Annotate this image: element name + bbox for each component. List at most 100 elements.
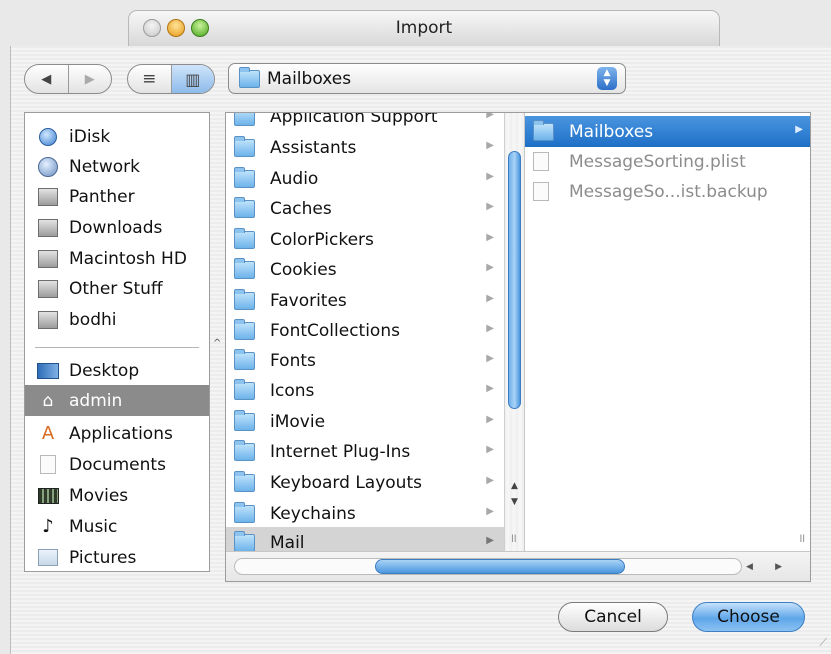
column-view-button[interactable]: ▥: [170, 65, 214, 93]
scroll-right-arrow-icon[interactable]: ▶: [775, 562, 782, 572]
applications-icon: A: [41, 423, 55, 444]
window-title: Import: [395, 18, 453, 38]
list-item-imovie[interactable]: iMovie ▶: [226, 406, 504, 437]
item-label: Assistants: [270, 137, 357, 158]
sidebar-item-downloads[interactable]: Downloads: [25, 212, 209, 243]
sidebar-item-panther[interactable]: Panther: [25, 181, 209, 212]
sidebar-item-applications[interactable]: A Applications: [25, 418, 209, 449]
folder-icon: [234, 288, 255, 310]
list-item-keyboard-layouts[interactable]: Keyboard Layouts ▶: [226, 467, 504, 498]
list-item-icons[interactable]: Icons ▶: [226, 375, 504, 406]
scroll-down-arrow-icon[interactable]: ▼: [508, 495, 521, 509]
list-item-favorites[interactable]: Favorites ▶: [226, 285, 504, 316]
sidebar-item-admin[interactable]: ⌂ admin: [25, 385, 209, 416]
list-item-keychains[interactable]: Keychains ▶: [226, 498, 504, 529]
item-label: Cookies: [270, 259, 337, 280]
item-label: ColorPickers: [270, 229, 374, 250]
list-view-button[interactable]: ≡: [128, 65, 171, 93]
sidebar-item-movies[interactable]: Movies: [25, 480, 209, 511]
item-label: Icons: [270, 380, 315, 401]
sidebar-item-macintosh-hd[interactable]: Macintosh HD: [25, 243, 209, 274]
sidebar-item-label: Panther: [69, 186, 135, 207]
list-item-fontcollections[interactable]: FontCollections ▶: [226, 315, 504, 346]
folder-icon: [234, 470, 255, 492]
list-item-caches[interactable]: Caches ▶: [226, 193, 504, 224]
sidebar-item-bodhi[interactable]: bodhi: [25, 304, 209, 335]
list-item-application-support[interactable]: Application Support ▶: [226, 113, 504, 132]
sidebar-item-label: Pictures: [69, 547, 137, 568]
scrollbar-thumb[interactable]: [375, 559, 625, 574]
folder-icon: [234, 378, 255, 400]
sidebar-item-label: Applications: [69, 423, 173, 444]
item-label: Mail: [270, 532, 305, 552]
list-item-mail[interactable]: Mail ▶: [226, 527, 504, 551]
horizontal-scrollbar[interactable]: ◀ ▶: [226, 551, 810, 581]
sidebar-item-pictures[interactable]: Pictures: [25, 542, 209, 571]
item-label: Favorites: [270, 290, 347, 311]
disclosure-arrow-icon: ▶: [486, 171, 494, 182]
scroll-left-arrow-icon[interactable]: ◀: [746, 562, 753, 572]
back-forward-control: ◀ ▶: [24, 64, 112, 94]
sidebar-item-idisk[interactable]: iDisk: [25, 121, 209, 152]
column-resize-grip-icon[interactable]: ll: [511, 534, 517, 545]
resize-grip-icon[interactable]: ⟋: [819, 636, 827, 650]
forward-button[interactable]: ▶: [67, 65, 112, 93]
list-item-mailboxes[interactable]: Mailboxes ▶: [525, 116, 810, 147]
folder-icon: [234, 530, 255, 551]
folder-icon: [234, 135, 255, 157]
folder-icon: [234, 257, 255, 279]
list-item-internet-plug-ins[interactable]: Internet Plug-Ins ▶: [226, 436, 504, 467]
document-icon: [533, 152, 549, 171]
sidebar-item-music[interactable]: ♪ Music: [25, 511, 209, 542]
sidebar-item-label: Documents: [69, 454, 166, 475]
item-label: Internet Plug-Ins: [270, 441, 411, 462]
scrollbar-thumb[interactable]: [508, 151, 521, 409]
item-label: Mailboxes: [569, 121, 654, 142]
back-button[interactable]: ◀: [25, 65, 68, 93]
list-item-cookies[interactable]: Cookies ▶: [226, 254, 504, 285]
sidebar-item-network[interactable]: Network: [25, 151, 209, 182]
item-label: MessageSorting.plist: [569, 151, 746, 172]
item-label: Audio: [270, 168, 319, 189]
list-item-audio[interactable]: Audio ▶: [226, 163, 504, 194]
document-icon: [533, 182, 549, 201]
pictures-icon: [37, 548, 59, 568]
sidebar-item-label: Desktop: [69, 360, 140, 381]
scrollbar-track[interactable]: [234, 558, 742, 575]
item-label: Keychains: [270, 503, 356, 524]
folder-icon: [234, 501, 255, 523]
location-popup[interactable]: Mailboxes ▲ ▼: [228, 63, 626, 94]
popup-arrows-icon: ▲ ▼: [597, 67, 617, 90]
sidebar-item-other-stuff[interactable]: Other Stuff: [25, 273, 209, 304]
choose-button[interactable]: Choose: [692, 602, 805, 632]
cancel-button[interactable]: Cancel: [558, 602, 668, 632]
list-item-messagesorting-plist[interactable]: MessageSorting.plist: [525, 146, 810, 177]
item-label: FontCollections: [270, 320, 400, 341]
column1-scrollbar[interactable]: ▲ ▼ ll: [504, 113, 524, 551]
disclosure-arrow-icon: ▶: [486, 262, 494, 273]
disclosure-arrow-icon: ▶: [486, 201, 494, 212]
list-item-colorpickers[interactable]: ColorPickers ▶: [226, 224, 504, 255]
splitter-grip-icon: ^: [213, 338, 222, 349]
sidebar-item-documents[interactable]: Documents: [25, 449, 209, 480]
list-item-assistants[interactable]: Assistants ▶: [226, 132, 504, 163]
sidebar-item-desktop[interactable]: Desktop: [25, 355, 209, 386]
sidebar-item-label: Other Stuff: [69, 278, 163, 299]
window-titlebar[interactable]: Import: [128, 10, 720, 46]
item-label: MessageSo...ist.backup: [569, 181, 768, 202]
sidebar-splitter[interactable]: ^: [210, 112, 224, 572]
hard-drive-icon: [37, 249, 59, 269]
folder-icon: [234, 318, 255, 340]
item-label: iMovie: [270, 411, 326, 432]
column-resize-grip-icon[interactable]: ll: [799, 534, 805, 545]
documents-icon: [37, 455, 59, 475]
scroll-up-arrow-icon[interactable]: ▲: [508, 479, 521, 493]
network-globe-icon: [37, 156, 59, 177]
hard-drive-icon: [37, 310, 59, 330]
idisk-icon: [37, 127, 59, 147]
folder-icon: [234, 348, 255, 370]
list-item-fonts[interactable]: Fonts ▶: [226, 345, 504, 376]
list-item-messagesorting-backup[interactable]: MessageSo...ist.backup: [525, 176, 810, 207]
disclosure-arrow-icon: ▶: [486, 444, 494, 455]
item-label: Keyboard Layouts: [270, 472, 422, 493]
